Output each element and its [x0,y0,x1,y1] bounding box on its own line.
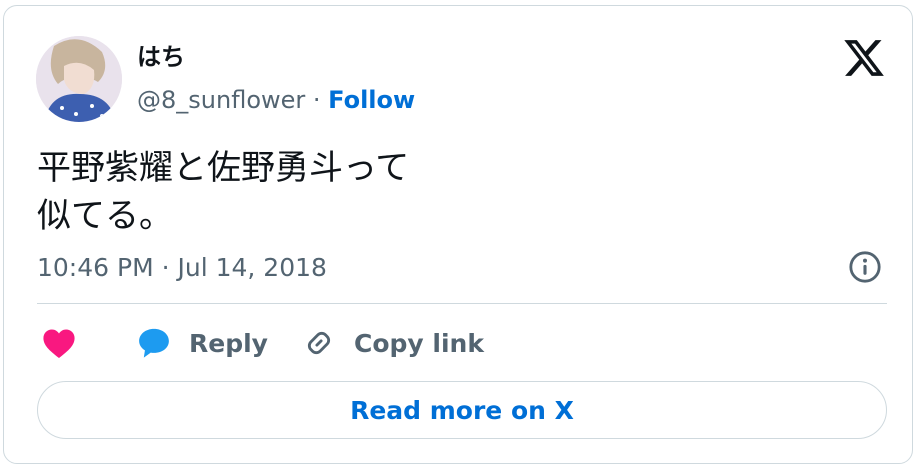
follow-link[interactable]: Follow [328,86,415,114]
divider [37,303,887,304]
display-name[interactable]: はち [137,42,185,72]
copy-link-label: Copy link [354,328,484,358]
speech-bubble-icon [139,328,169,358]
link-icon [307,331,331,355]
reply-label: Reply [189,328,268,358]
heart-icon [43,329,75,359]
avatar-image [36,36,122,122]
tweet-text: 平野紫耀と佐野勇斗って 似てる。 [37,144,409,240]
like-button[interactable] [42,322,76,364]
timestamp-link[interactable]: 10:46 PM · Jul 14, 2018 [37,250,327,286]
read-more-button[interactable]: Read more on X [37,381,887,439]
copy-link-button[interactable]: Copy link [302,322,484,364]
avatar[interactable] [36,36,122,122]
handle-row: @8_sunflower · Follow [137,84,415,116]
user-handle[interactable]: @8_sunflower [137,86,305,114]
tweet-text-line: 似てる。 [37,196,173,236]
info-icon[interactable] [848,250,882,284]
x-logo-icon[interactable] [842,36,886,80]
tweet-embed-card: はち @8_sunflower · Follow 平野紫耀と佐野勇斗って 似てる… [3,5,913,464]
reply-button[interactable]: Reply [137,322,268,364]
read-more-label: Read more on X [350,395,574,425]
tweet-text-line: 平野紫耀と佐野勇斗って [37,148,410,188]
separator-dot: · [305,86,329,114]
